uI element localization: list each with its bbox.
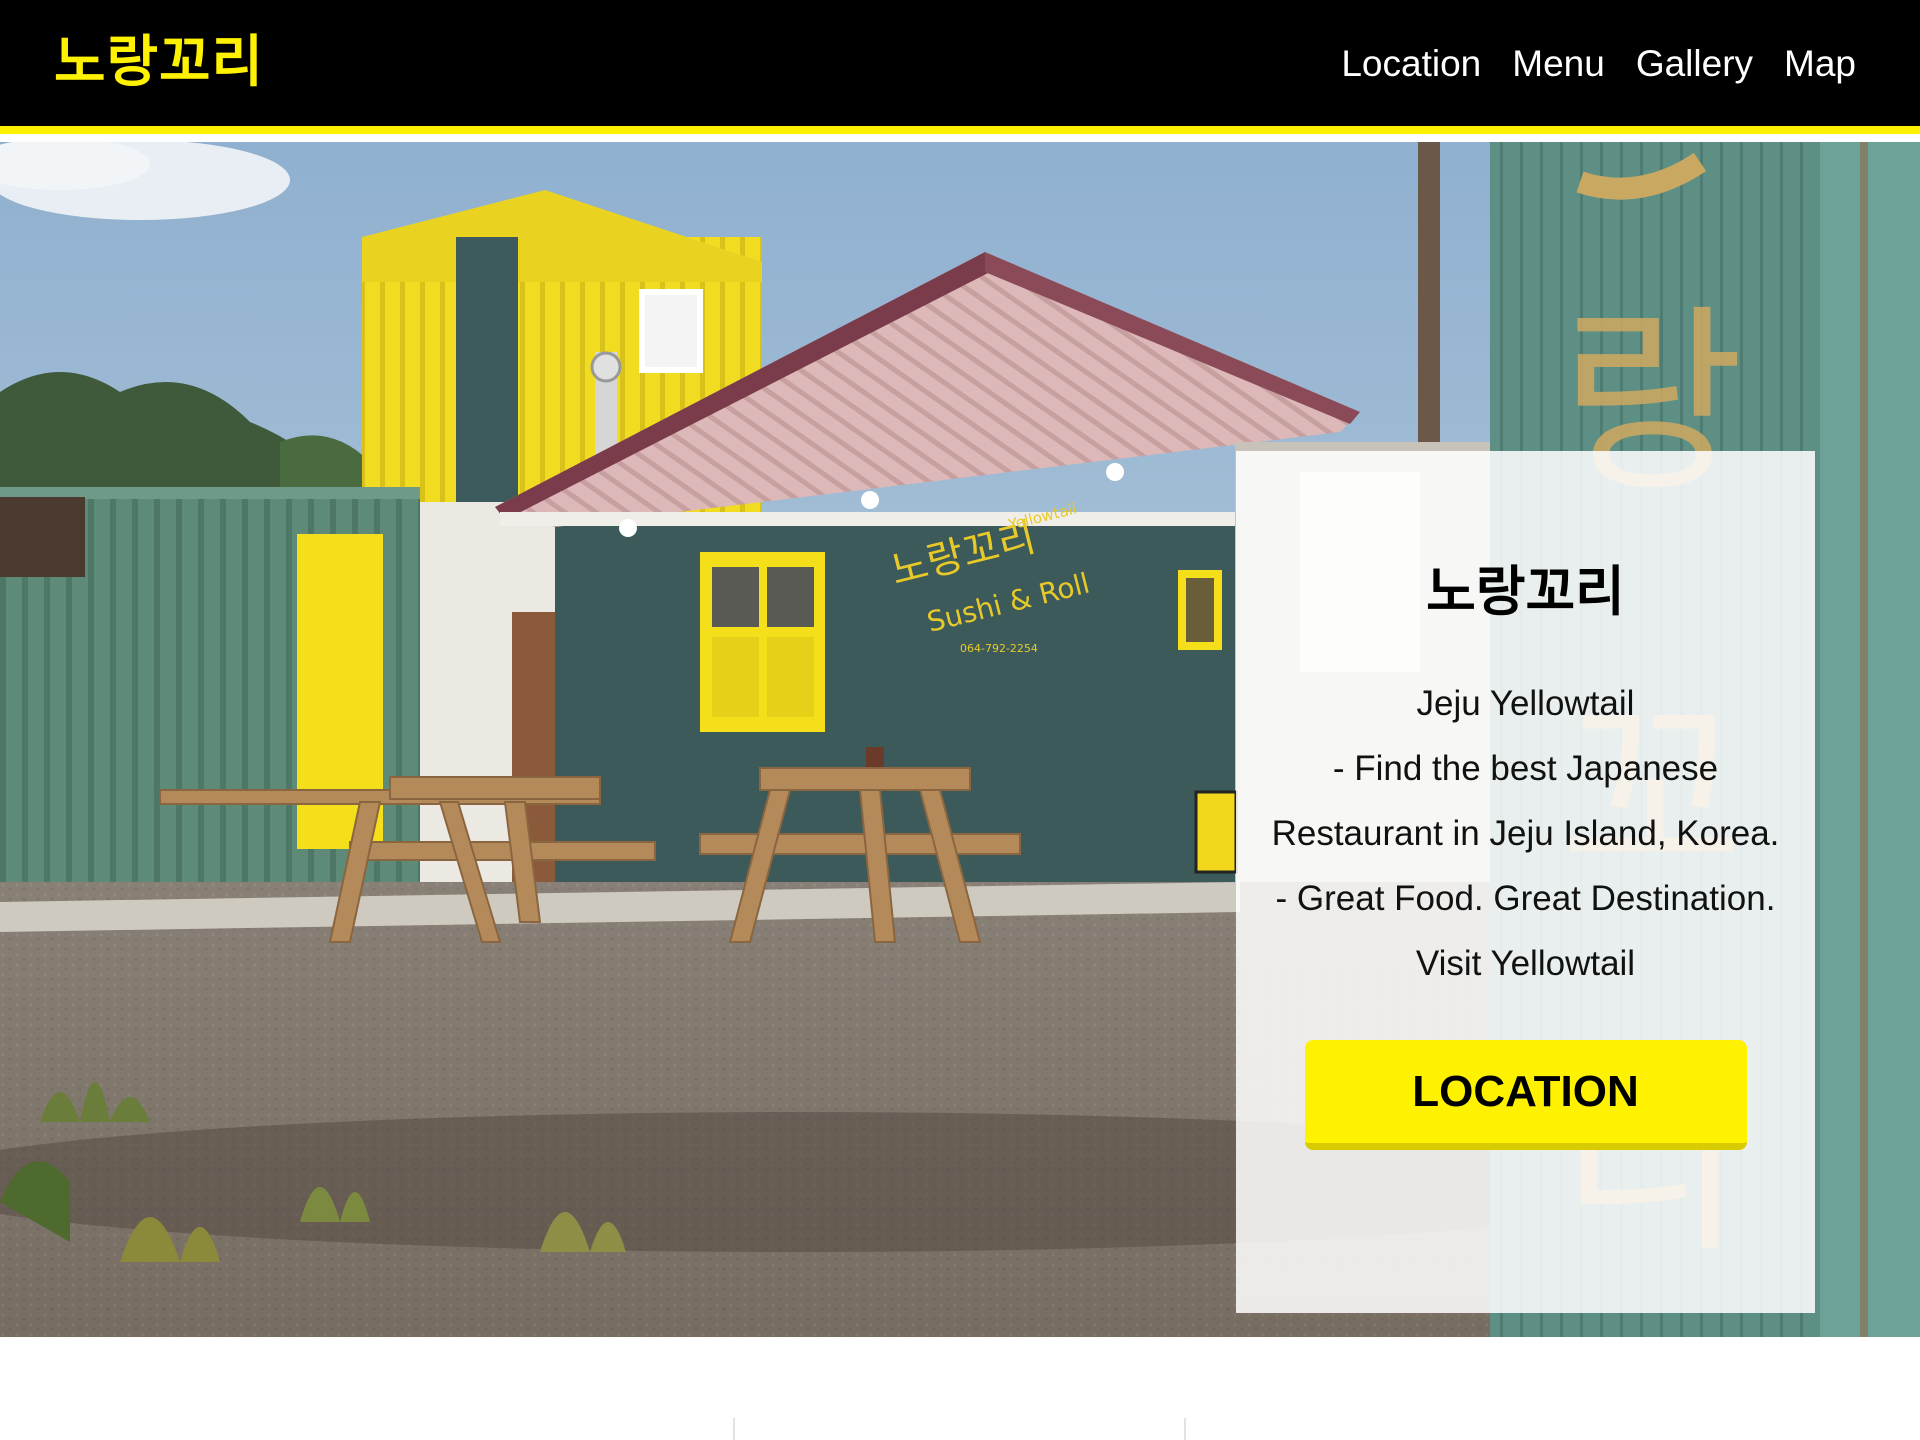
column-divider: [733, 1418, 735, 1440]
desc-line: Visit Yellowtail: [1415, 944, 1636, 983]
navbar: 노랑꼬리 Location Menu Gallery Map: [0, 0, 1920, 134]
wall-sign-phone: 064-792-2254: [960, 642, 1038, 655]
desc-line: Restaurant in Jeju Island, Korea.: [1271, 814, 1780, 853]
info-card: 노랑꼬리 Jeju Yellowtail - Find the best Jap…: [1236, 451, 1815, 1313]
hero-section: 노랑꼬리 Yellowtail Sushi & Roll 064-792-225…: [0, 142, 1920, 1337]
brand-logo[interactable]: 노랑꼬리: [54, 35, 264, 91]
nav-link-gallery[interactable]: Gallery: [1636, 45, 1753, 82]
desc-line: - Great Food. Great Destination.: [1275, 879, 1776, 918]
nav-link-menu[interactable]: Menu: [1512, 45, 1605, 82]
card-title: 노랑꼬리: [1426, 560, 1625, 623]
card-description: Jeju Yellowtail - Find the best Japanese…: [1272, 671, 1780, 996]
location-button[interactable]: LOCATION: [1304, 1040, 1747, 1150]
nav-links: Location Menu Gallery Map: [1341, 45, 1856, 82]
column-divider: [1184, 1418, 1186, 1440]
nav-link-map[interactable]: Map: [1784, 45, 1856, 82]
desc-line: - Find the best Japanese: [1332, 749, 1719, 788]
nav-link-location[interactable]: Location: [1341, 45, 1481, 82]
desc-line: Jeju Yellowtail: [1416, 684, 1635, 723]
